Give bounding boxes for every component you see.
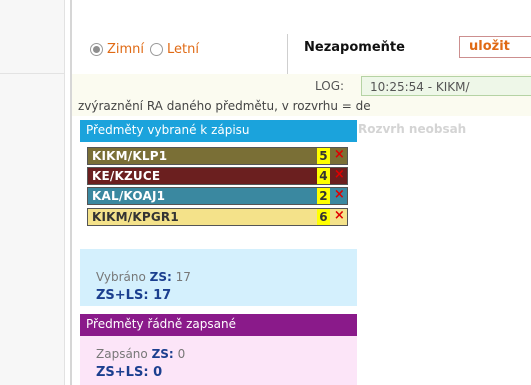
- course-code: KIKM/KLP1: [92, 149, 168, 163]
- enrolled-courses-header: Předměty řádně zapsané: [80, 314, 357, 336]
- course-code: KAL/KOAJ1: [92, 189, 166, 203]
- schedule-note: Rozvrh neobsah: [358, 122, 467, 136]
- remove-icon[interactable]: ×: [334, 167, 345, 182]
- course-row[interactable]: KIKM/KLP1 5 ×: [87, 147, 348, 165]
- enrolled-zsls-value: 0: [153, 365, 163, 380]
- log-label: LOG:: [315, 79, 345, 93]
- radio-summer-label[interactable]: Letní: [167, 42, 199, 57]
- enrolled-summary-label: Zapsáno: [96, 347, 148, 361]
- enrolled-zs-label: ZS:: [151, 347, 174, 361]
- remove-icon[interactable]: ×: [334, 187, 345, 202]
- course-credits: 2: [317, 188, 330, 204]
- course-row[interactable]: KIKM/KPGR1 6 ×: [87, 208, 348, 226]
- radio-winter-label[interactable]: Zimní: [107, 42, 144, 57]
- enrolled-zs-value: 0: [177, 347, 186, 361]
- pane-divider-secondary: [70, 0, 72, 385]
- left-pane-divider: [0, 73, 64, 74]
- hint-text: zvýraznění RA daného předmětu, v rozvrhu…: [78, 99, 371, 113]
- save-button[interactable]: uložit: [459, 36, 531, 58]
- course-code: KE/KZUCE: [92, 169, 161, 183]
- selected-summary-zs: Vybráno ZS: 17: [96, 270, 191, 284]
- pane-divider: [64, 0, 65, 385]
- selected-summary-label: Vybráno: [96, 270, 146, 284]
- semester-selector: Zimní Letní: [90, 42, 205, 57]
- course-credits: 4: [317, 168, 330, 184]
- course-credits: 6: [317, 209, 330, 225]
- enrolled-zsls-label: ZS+LS:: [96, 365, 149, 380]
- remove-icon[interactable]: ×: [334, 147, 345, 162]
- reminder-text: Nezapomeňte: [304, 40, 405, 55]
- selected-courses-header: Předměty vybrané k zápisu: [80, 120, 357, 142]
- course-row[interactable]: KAL/KOAJ1 2 ×: [87, 187, 348, 205]
- radio-summer[interactable]: [150, 43, 164, 56]
- course-code: KIKM/KPGR1: [92, 210, 179, 224]
- radio-winter[interactable]: [90, 43, 103, 56]
- left-pane: [0, 0, 64, 385]
- course-row[interactable]: KE/KZUCE 4 ×: [87, 167, 348, 185]
- selected-zsls-label: ZS+LS:: [96, 288, 149, 303]
- selected-zsls-value: 17: [153, 288, 172, 303]
- course-credits: 5: [317, 148, 330, 164]
- enrolled-summary-total: ZS+LS: 0: [96, 365, 162, 380]
- selected-zs-value: 17: [175, 270, 191, 284]
- log-output: 10:25:54 - KIKM/: [361, 76, 531, 96]
- selected-zs-label: ZS:: [149, 270, 172, 284]
- selected-summary-total: ZS+LS: 17: [96, 288, 171, 303]
- enrolled-summary-zs: Zapsáno ZS: 0: [96, 347, 185, 361]
- remove-icon[interactable]: ×: [334, 208, 345, 223]
